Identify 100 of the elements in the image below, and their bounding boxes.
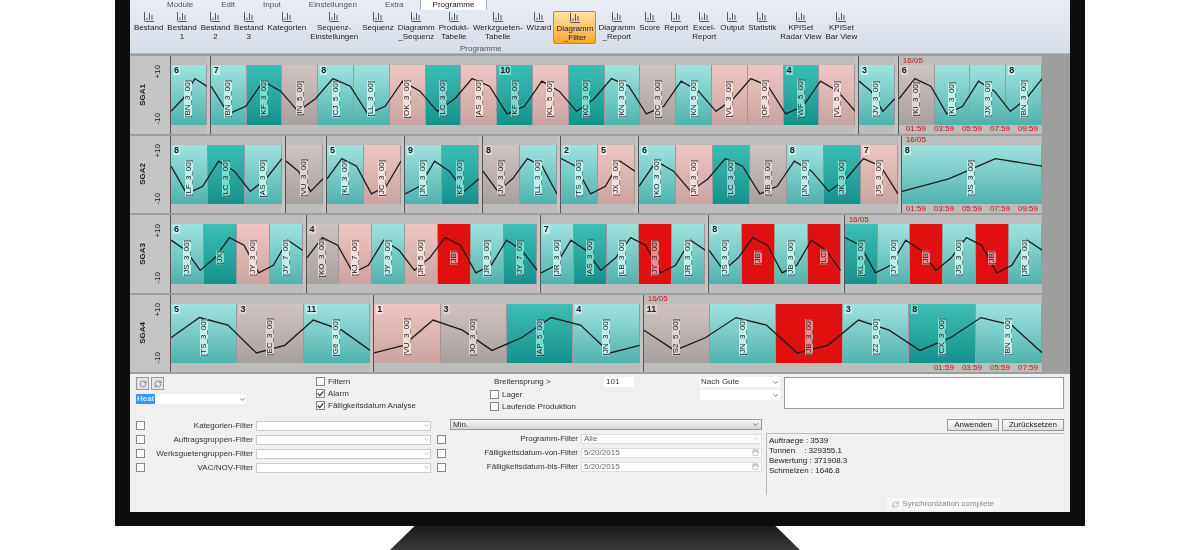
- ribbon-tab[interactable]: Programme: [419, 0, 488, 10]
- ribbon-button[interactable]: KPISet Radar View: [778, 11, 824, 44]
- segment-label: [JS_3_00]: [721, 239, 730, 276]
- reload-button[interactable]: [151, 377, 164, 390]
- notes-field[interactable]: [784, 377, 1064, 409]
- option-label: Alarm: [328, 389, 349, 398]
- ribbon-tab[interactable]: Edit: [209, 0, 248, 10]
- chart-icon: [328, 11, 341, 23]
- segment-label: [JR_3_00]: [552, 239, 561, 276]
- option-label: Lager: [502, 390, 523, 399]
- refresh-button[interactable]: [136, 377, 149, 390]
- chart-icon: [280, 11, 293, 23]
- jump-input[interactable]: 101: [604, 377, 634, 387]
- ribbon-button[interactable]: Bestand 1: [165, 11, 199, 44]
- segment-label: [BN_3_00]: [1004, 318, 1013, 357]
- action-button[interactable]: Anwenden: [947, 419, 999, 431]
- chart-icon: [176, 11, 189, 23]
- filter-label: Fälligkeitsdatum-bis-Filter: [485, 462, 578, 471]
- date-field[interactable]: 5/20/2015: [581, 447, 762, 458]
- option-label: Filtern: [328, 377, 351, 386]
- ribbon-tab[interactable]: Input: [251, 0, 293, 10]
- ribbon-button[interactable]: Bestand 2: [198, 11, 233, 44]
- segment-label: [JY_7_00]: [515, 239, 524, 276]
- segment-label: [VU_3_00]: [299, 159, 308, 198]
- ribbon-button[interactable]: Diagramm _Sequenz: [395, 11, 437, 44]
- checkbox[interactable]: [316, 377, 325, 386]
- chart-icon: [698, 11, 711, 23]
- checkbox[interactable]: [316, 389, 325, 398]
- ribbon-button[interactable]: Score: [637, 11, 663, 44]
- segment-label: [JX]: [215, 250, 224, 265]
- segment-label: [VU_3_00]: [402, 318, 411, 357]
- segment-label: [AS_3_00]: [585, 239, 594, 277]
- segment-label: [JV_3_00]: [496, 160, 505, 197]
- segment-number: 7: [862, 145, 870, 155]
- segment-number: 8: [788, 145, 796, 155]
- filter-select[interactable]: Alle: [581, 433, 762, 444]
- segment-number: 7: [542, 225, 550, 234]
- ribbon-button[interactable]: Bestand: [132, 11, 166, 44]
- ribbon-tab[interactable]: Extra: [372, 0, 416, 10]
- ribbon-button[interactable]: Report: [662, 11, 691, 44]
- ribbon-button[interactable]: Sequenz: [360, 11, 396, 44]
- ribbon-button[interactable]: Output: [718, 11, 747, 44]
- checkbox[interactable]: [316, 401, 325, 410]
- ribbon-button[interactable]: Sequenz- Einstellungen: [308, 11, 361, 44]
- segment-label: [JN_3_00]: [602, 319, 610, 356]
- chart-icon: [756, 11, 769, 23]
- action-button[interactable]: Zurücksetzen: [1001, 419, 1064, 431]
- segment-label: [JN_3_00]: [800, 160, 809, 197]
- segment-number: 4: [575, 304, 583, 314]
- chart-icon: [610, 11, 623, 23]
- time-marker: 09:59: [1017, 204, 1038, 213]
- axis-label: +10: [151, 223, 163, 238]
- ribbon-tab[interactable]: Module: [155, 0, 206, 10]
- ribbon-tab[interactable]: Einstellungen: [296, 0, 369, 10]
- sort-select[interactable]: Nach Gute: [700, 377, 780, 387]
- checkbox[interactable]: [136, 435, 145, 444]
- ribbon-button[interactable]: Excel- Report: [690, 11, 719, 44]
- checkbox[interactable]: [136, 449, 145, 458]
- segment-number: 11: [645, 304, 658, 314]
- segment-label: [JN_3_00]: [738, 319, 747, 356]
- segment-label: [WF_5_00]: [796, 79, 805, 119]
- segment-number: 3: [239, 304, 247, 314]
- refresh-icon: [138, 379, 147, 388]
- checkbox[interactable]: [490, 390, 499, 399]
- segment-number: 10: [499, 66, 512, 75]
- filter-label: Programm-Filter: [519, 434, 578, 443]
- ribbon-button[interactable]: Kategorien: [265, 11, 309, 44]
- segment-label: [JX_3_00]: [983, 80, 992, 117]
- segment-number: 6: [900, 66, 908, 75]
- ribbon-button[interactable]: KPISet Bar View: [823, 11, 860, 44]
- segment-number: 8: [911, 304, 919, 314]
- ribbon-button[interactable]: Statistik: [746, 11, 779, 44]
- ribbon-button[interactable]: Wizard: [524, 11, 554, 44]
- option-label: Fälligkeitsdatum Analyse: [328, 401, 417, 410]
- time-marker: 01:59: [933, 363, 954, 372]
- checkbox[interactable]: [437, 449, 446, 458]
- segment-label: [KJ_7_00]: [351, 239, 360, 276]
- mode-select[interactable]: Min.: [450, 419, 762, 430]
- ribbon-button[interactable]: Produkt- Tabelle: [436, 11, 471, 44]
- chart-icon: [835, 11, 848, 23]
- group-label: Programme: [460, 44, 502, 53]
- segment-number: 9: [406, 145, 414, 155]
- ribbon-button[interactable]: Werkzgueten- Tabelle: [470, 11, 525, 44]
- ribbon-button[interactable]: Diagramm _Filter: [553, 11, 597, 44]
- time-marker: 05:59: [961, 125, 982, 133]
- ribbon-button[interactable]: Bestand 3: [232, 11, 266, 44]
- date-field[interactable]: 5/20/2015: [581, 461, 762, 472]
- segment-label: [S2_5_00]: [672, 319, 681, 356]
- ribbon-button[interactable]: Diagramm _Report: [596, 11, 638, 44]
- segment-label: [DC_3_00]: [653, 79, 662, 118]
- checkbox[interactable]: [437, 435, 446, 444]
- segment-label: [KL_5_00]: [546, 80, 555, 117]
- axis-label: -10: [151, 272, 163, 284]
- segment-label: [JY_7_00]: [281, 239, 290, 276]
- segment-label: [JS_3_00]: [182, 239, 191, 276]
- checkbox[interactable]: [136, 421, 145, 430]
- checkbox[interactable]: [437, 463, 446, 472]
- row-label: SGA3: [136, 242, 148, 265]
- checkbox[interactable]: [136, 463, 145, 472]
- checkbox[interactable]: [490, 402, 499, 411]
